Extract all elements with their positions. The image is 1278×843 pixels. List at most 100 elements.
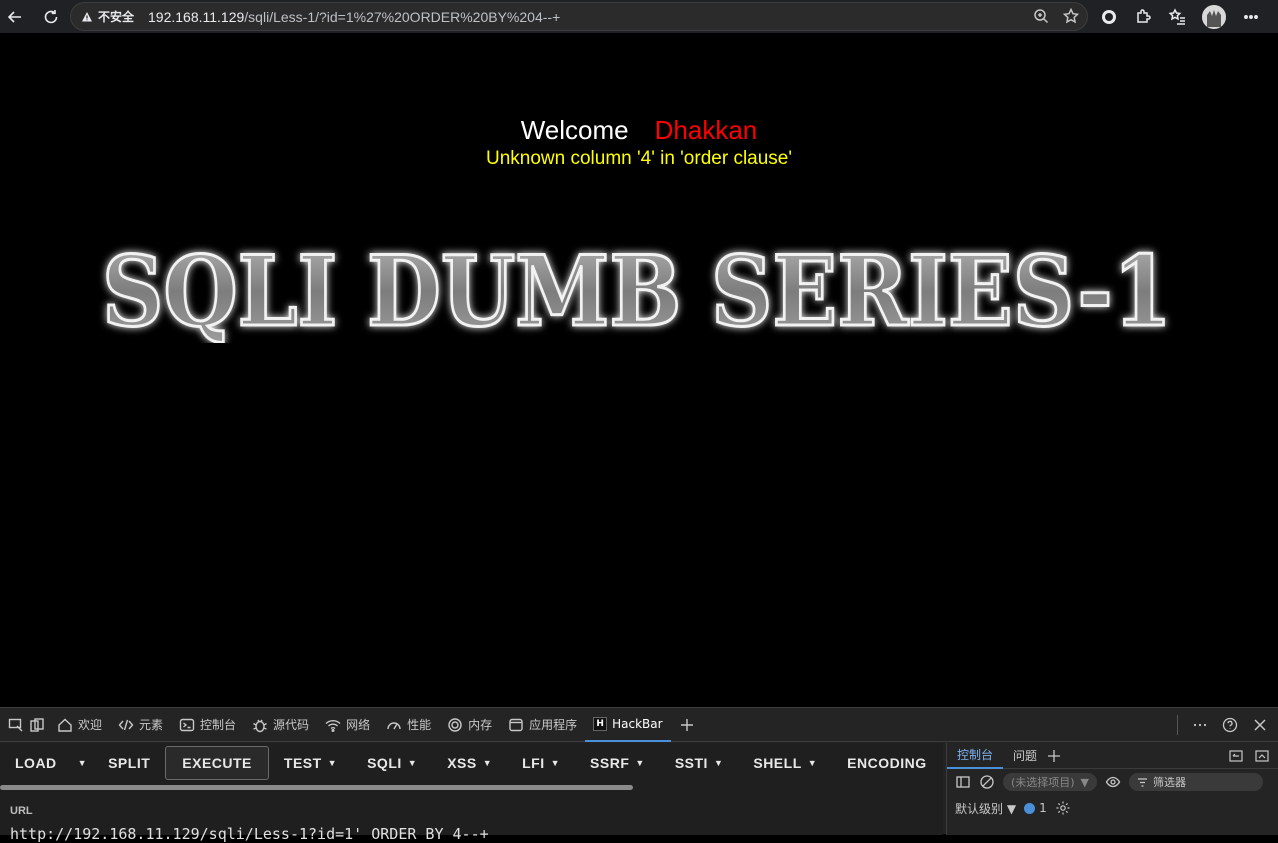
- hackbar-test-button[interactable]: TEST ▼: [269, 746, 352, 780]
- application-window-icon: [509, 718, 523, 731]
- context-select[interactable]: (未选择项目) ▼: [1003, 773, 1097, 791]
- caret-down-icon: ▼: [550, 758, 561, 768]
- close-icon[interactable]: [1252, 717, 1268, 733]
- devtools-panel: 欢迎 元素 控制台 源代码 网络 性能 内存 应用程序 H HackBar LO…: [0, 707, 1278, 843]
- username: Dhakkan: [654, 115, 758, 145]
- tab-memory[interactable]: 内存: [439, 708, 500, 742]
- security-label: 不安全: [98, 10, 135, 24]
- hackbar-load-button[interactable]: LOAD: [0, 746, 72, 780]
- message-count-badge[interactable]: 1: [1024, 801, 1047, 815]
- log-level-select[interactable]: 默认级别 ▼: [955, 800, 1016, 817]
- console-settings-gear-icon[interactable]: [1055, 800, 1071, 816]
- tab-elements[interactable]: 元素: [110, 708, 171, 742]
- security-warning[interactable]: 不安全: [81, 8, 134, 25]
- welcome-line: Welcome Dhakkan: [0, 115, 1278, 146]
- memory-gear-icon: [448, 717, 462, 732]
- tab-console[interactable]: 控制台: [171, 708, 244, 742]
- dock-drawer-icon[interactable]: [1228, 748, 1244, 764]
- banner-text: SQLI DUMB SERIES-1: [102, 235, 1172, 343]
- more-menu-icon[interactable]: [1242, 8, 1260, 26]
- plus-icon: [680, 718, 693, 731]
- hackbar-xss-button[interactable]: XSS ▼: [432, 746, 507, 780]
- hackbar-shell-button[interactable]: SHELL ▼: [738, 746, 832, 780]
- code-tags-icon: [118, 719, 134, 730]
- hackbar-split-button[interactable]: SPLIT: [93, 746, 165, 780]
- url-field-label: URL: [10, 805, 33, 817]
- favorite-star-icon[interactable]: [1063, 8, 1079, 24]
- message-bubble-icon: [1024, 802, 1036, 814]
- bug-icon: [253, 719, 267, 732]
- device-toolbar-toggle[interactable]: [0, 708, 49, 742]
- more-options-icon[interactable]: [1192, 717, 1208, 733]
- filter-input[interactable]: 筛选器: [1129, 773, 1263, 791]
- drawer-add-tab-icon[interactable]: [1047, 749, 1061, 763]
- caret-down-icon: ▼: [482, 758, 493, 768]
- sidebar-toggle-icon[interactable]: [955, 774, 971, 790]
- extensions-puzzle-icon[interactable]: [1134, 8, 1152, 26]
- address-bar[interactable]: 不安全 192.168.11.129/sqli/Less-1/?id=1%27%…: [70, 2, 1088, 31]
- console-level-row: 默认级别 ▼ 1: [947, 795, 1278, 821]
- url-textarea[interactable]: http://192.168.11.129/sqli/Less-1?id=1' …: [10, 825, 489, 843]
- url-text[interactable]: 192.168.11.129/sqli/Less-1/?id=1%27%20OR…: [148, 9, 560, 25]
- tab-performance[interactable]: 性能: [378, 708, 439, 742]
- hackbar-ssti-button[interactable]: SSTI ▼: [660, 746, 739, 780]
- hackbar-menu: LOAD ▼ SPLIT EXECUTE TEST ▼ SQLI ▼ XSS ▼ LFI ▼ SSRF ▼…: [0, 743, 943, 783]
- drawer-tabbar: 控制台 问题: [947, 743, 1278, 769]
- tab-hackbar[interactable]: H HackBar: [585, 708, 671, 742]
- drawer-tab-issues[interactable]: 问题: [1003, 743, 1047, 769]
- caret-down-icon: ▼: [407, 758, 418, 768]
- device-icon: [30, 717, 44, 732]
- address-bar-icons: [1033, 8, 1079, 24]
- filter-icon: [1138, 777, 1147, 787]
- extension-record-icon[interactable]: [1100, 8, 1118, 26]
- hackbar-horizontal-scrollbar[interactable]: [0, 785, 633, 790]
- browser-toolbar: 不安全 192.168.11.129/sqli/Less-1/?id=1%27%…: [0, 0, 1278, 33]
- hackbar-execute-button[interactable]: EXECUTE: [165, 746, 269, 780]
- favorites-list-icon[interactable]: [1168, 8, 1186, 26]
- tab-application[interactable]: 应用程序: [500, 708, 585, 742]
- home-icon: [58, 718, 72, 732]
- reload-button[interactable]: [40, 6, 62, 28]
- back-button[interactable]: [4, 6, 26, 28]
- chevron-down-icon: ▼: [1080, 775, 1089, 789]
- divider: [1177, 715, 1178, 735]
- welcome-text: Welcome: [520, 115, 629, 145]
- sqli-dumb-series-banner: SQLI DUMB SERIES-1: [101, 234, 1174, 344]
- tab-welcome[interactable]: 欢迎: [49, 708, 110, 742]
- console-toolbar: (未选择项目) ▼ 筛选器: [947, 769, 1278, 795]
- hackbar-ssrf-button[interactable]: SSRF ▼: [575, 746, 660, 780]
- help-icon[interactable]: [1222, 717, 1238, 733]
- toolbar-right: [1100, 5, 1260, 29]
- profile-avatar[interactable]: [1202, 5, 1226, 29]
- devtools-tabbar: 欢迎 元素 控制台 源代码 网络 性能 内存 应用程序 H HackBar: [0, 708, 1278, 742]
- clear-console-icon[interactable]: [979, 774, 995, 790]
- caret-down-icon: ▼: [327, 758, 338, 768]
- caret-down-icon: ▼: [77, 758, 88, 768]
- gauge-icon: [387, 721, 401, 729]
- console-drawer: 控制台 问题 (未选择项目) ▼ 筛选器 默认级别 ▼ 1: [946, 743, 1278, 835]
- warning-triangle-icon: [82, 11, 92, 21]
- url-path: /sqli/Less-1/?id=1%27%20ORDER%20BY%204--…: [244, 8, 561, 25]
- hackbar-encoding-button[interactable]: ENCODING: [832, 746, 941, 780]
- page-content: Welcome Dhakkan Unknown column '4' in 'or…: [0, 33, 1278, 707]
- drawer-tab-console[interactable]: 控制台: [947, 743, 1004, 769]
- caret-down-icon: ▼: [713, 758, 724, 768]
- caret-down-icon: ▼: [635, 758, 645, 768]
- add-tab-button[interactable]: [671, 708, 703, 742]
- avatar-icon: [1202, 5, 1226, 29]
- caret-down-icon: ▼: [807, 758, 818, 768]
- zoom-icon[interactable]: [1033, 8, 1049, 24]
- hackbar-logo-icon: H: [593, 716, 608, 731]
- inspect-icon: [8, 718, 23, 731]
- hackbar-sqli-button[interactable]: SQLI ▼: [352, 746, 432, 780]
- tab-network[interactable]: 网络: [317, 708, 378, 742]
- back-arrow-icon: [7, 10, 21, 23]
- hackbar-lfi-button[interactable]: LFI ▼: [507, 746, 575, 780]
- console-icon: [179, 718, 195, 731]
- live-expression-eye-icon[interactable]: [1105, 774, 1121, 790]
- wifi-icon: [325, 719, 341, 732]
- hackbar-load-dropdown[interactable]: ▼: [72, 746, 93, 780]
- level-dropdown-icon: ▼: [1006, 801, 1017, 816]
- tab-sources[interactable]: 源代码: [244, 708, 317, 742]
- expand-drawer-icon[interactable]: [1254, 748, 1270, 764]
